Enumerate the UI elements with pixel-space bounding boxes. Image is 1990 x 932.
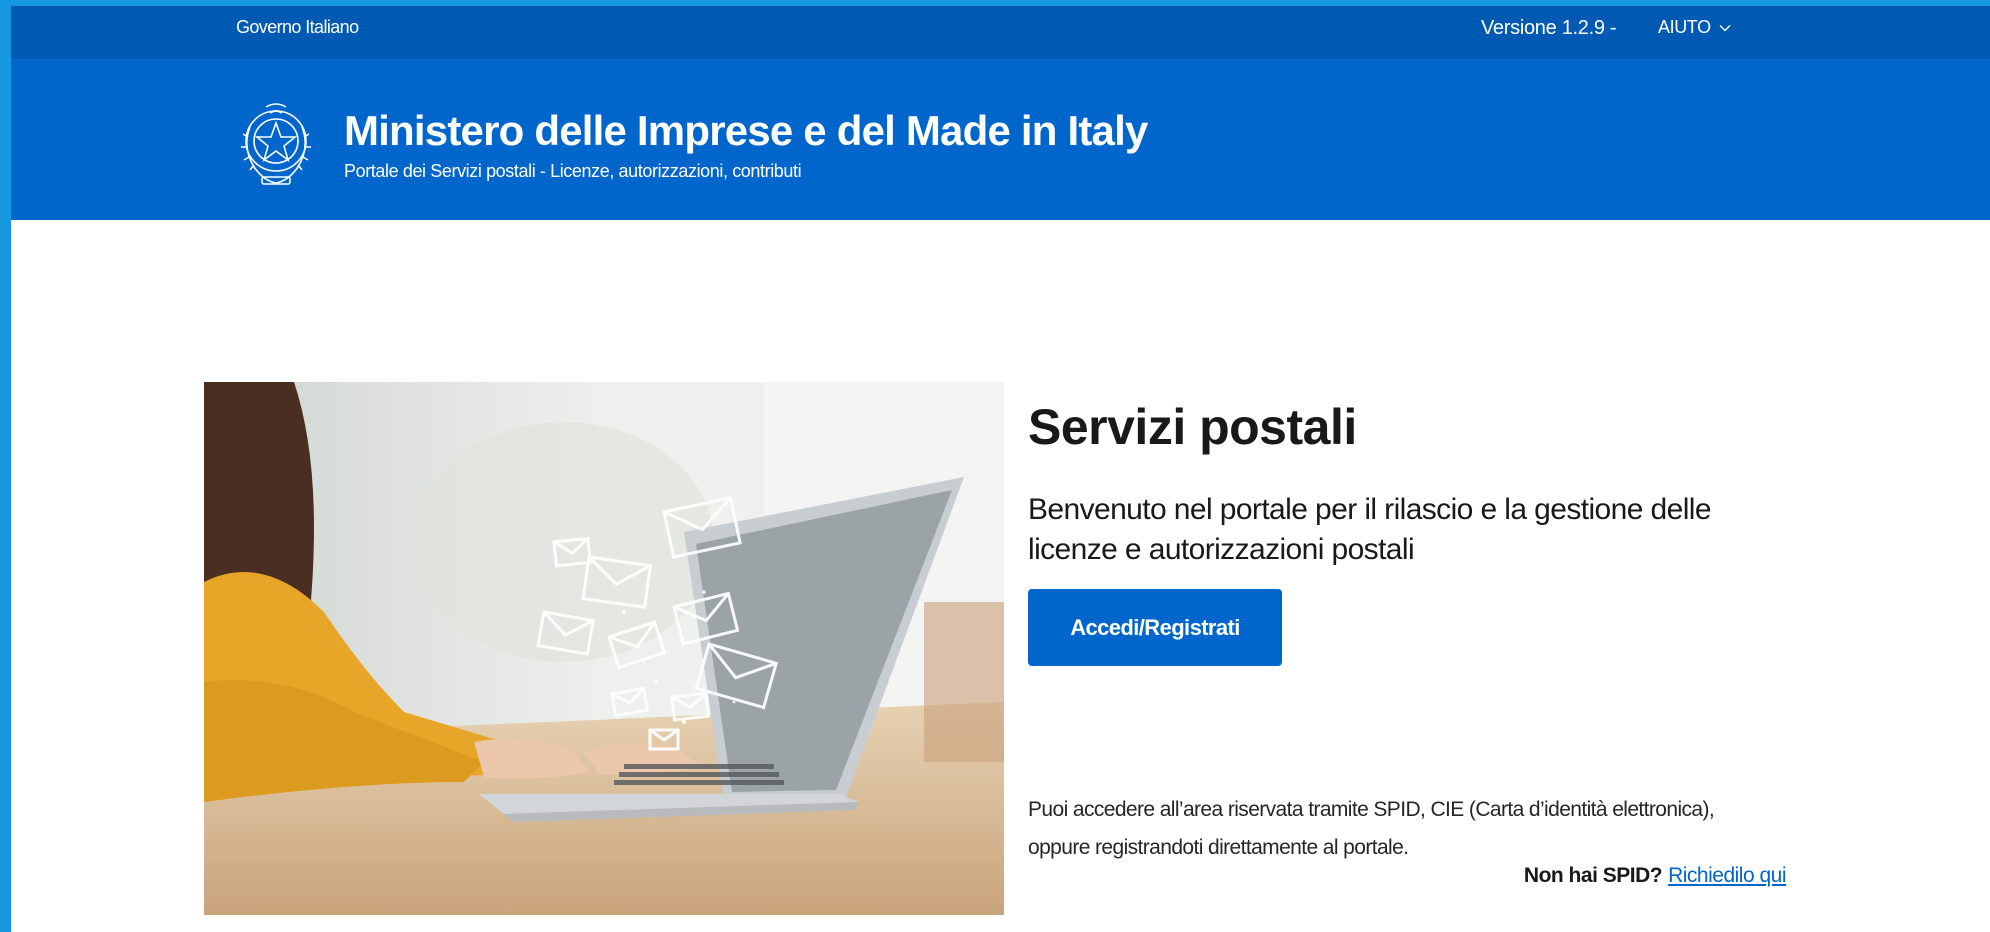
chevron-down-icon	[1719, 24, 1731, 31]
site-subtitle: Portale dei Servizi postali - Licenze, a…	[344, 161, 802, 181]
page-frame: Governo Italiano Versione 1.2.9 - AIUTO …	[11, 6, 1990, 932]
governo-italiano-link[interactable]: Governo Italiano	[236, 17, 359, 38]
login-register-button[interactable]: Accedi/Registrati	[1028, 589, 1282, 666]
help-label: AIUTO	[1658, 17, 1711, 37]
lead-text: Benvenuto nel portale per il rilascio e …	[1028, 493, 1712, 566]
italian-republic-emblem-icon[interactable]	[236, 97, 316, 191]
no-spid-row: Non hai SPID? Richiedilo qui	[1041, 864, 1787, 888]
access-info-text: Puoi accedere all’area riservata tramite…	[1028, 798, 1715, 859]
help-menu[interactable]: AIUTO	[1658, 17, 1731, 38]
request-spid-link[interactable]: Richiedilo qui	[1668, 864, 1786, 887]
page-title: Servizi postali	[1028, 399, 1357, 455]
header-center: Ministero delle Imprese e del Made in It…	[11, 59, 1990, 220]
no-spid-label: Non hai SPID?	[1523, 864, 1663, 887]
version-label: Versione 1.2.9 -	[1481, 17, 1617, 39]
hero-image	[204, 382, 1004, 915]
slim-header: Governo Italiano Versione 1.2.9 - AIUTO	[11, 6, 1990, 59]
site-title[interactable]: Ministero delle Imprese e del Made in It…	[344, 107, 1148, 155]
